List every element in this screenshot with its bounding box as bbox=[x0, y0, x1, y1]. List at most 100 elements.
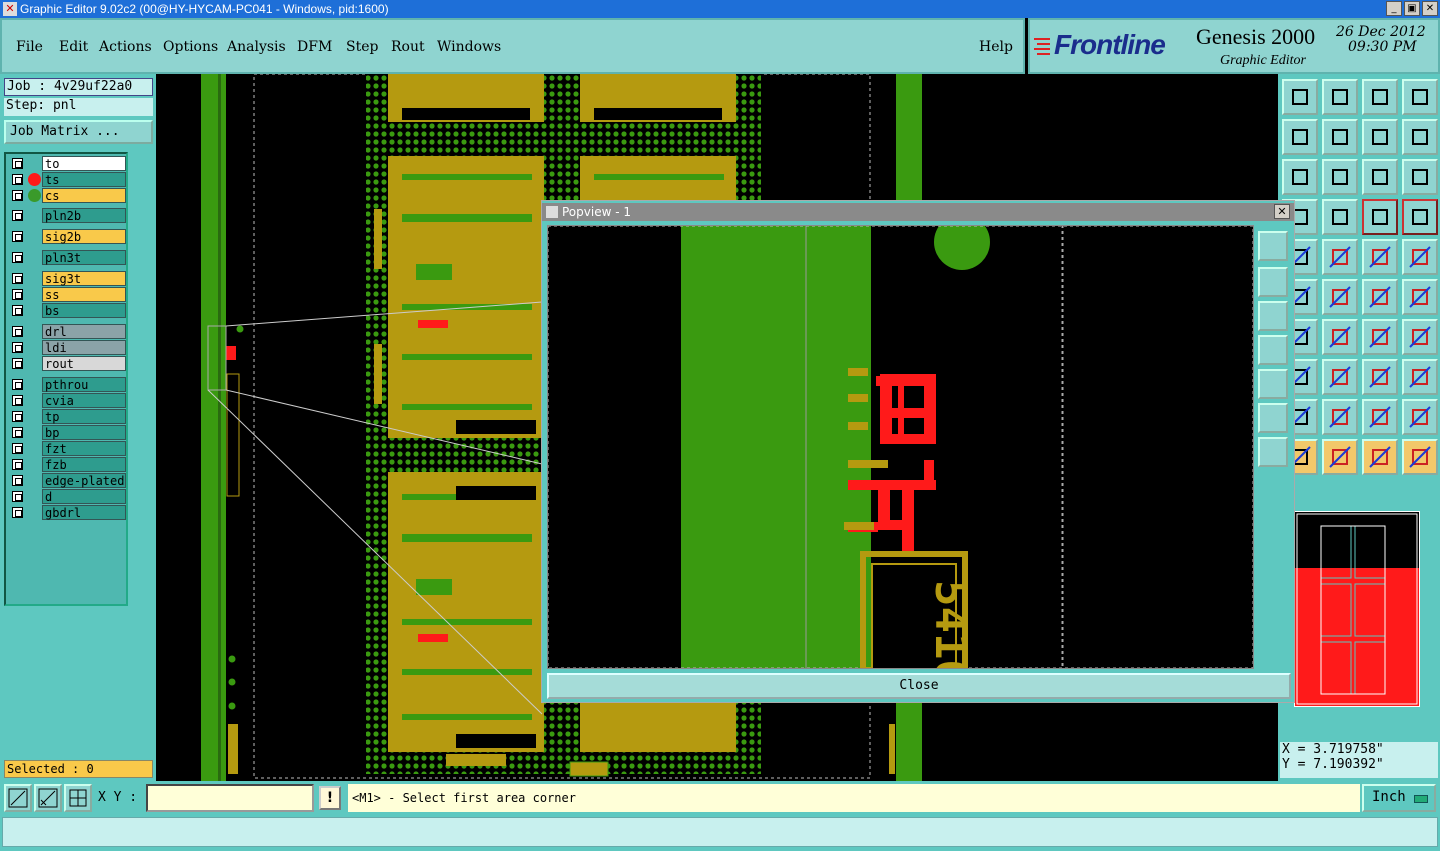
menu-rout[interactable]: Rout bbox=[391, 39, 425, 55]
grid-icon[interactable] bbox=[64, 784, 92, 812]
layer-checkbox[interactable] bbox=[12, 427, 23, 438]
layer-name[interactable]: sig3t bbox=[42, 271, 126, 286]
layer-name[interactable]: sig2b bbox=[42, 229, 126, 244]
restore-button[interactable]: ▣ bbox=[1404, 1, 1420, 16]
open-job-icon[interactable] bbox=[1282, 79, 1318, 115]
popview-pan-left-icon[interactable] bbox=[1258, 335, 1288, 365]
pad-icon[interactable] bbox=[1402, 239, 1438, 275]
layer-name[interactable]: edge-plated bbox=[42, 473, 126, 488]
triangle-outline-icon[interactable] bbox=[1322, 399, 1358, 435]
layer-name[interactable]: drl bbox=[42, 324, 126, 339]
layer-row-ss[interactable]: ss bbox=[8, 287, 126, 302]
layer-name[interactable]: pln3t bbox=[42, 250, 126, 265]
layer-checkbox[interactable] bbox=[12, 459, 23, 470]
move-icon[interactable] bbox=[1402, 279, 1438, 315]
layer-name[interactable]: bs bbox=[42, 303, 126, 318]
layer-checkbox[interactable] bbox=[12, 395, 23, 406]
popview-close-icon[interactable]: ✕ bbox=[1274, 204, 1290, 219]
menu-windows[interactable]: Windows bbox=[437, 39, 501, 55]
overview-map[interactable] bbox=[1294, 511, 1420, 707]
prev-step-icon[interactable] bbox=[1282, 119, 1318, 155]
layer-name[interactable]: fzt bbox=[42, 441, 126, 456]
layer-name[interactable]: pthrou bbox=[42, 377, 126, 392]
layer-checkbox[interactable] bbox=[12, 252, 23, 263]
layer-row-d[interactable]: d bbox=[8, 489, 126, 504]
layer-row-rout[interactable]: rout bbox=[8, 356, 126, 371]
grid-toggle-icon[interactable] bbox=[1322, 199, 1358, 235]
menu-options[interactable]: Options bbox=[163, 39, 218, 55]
line-tool-icon[interactable] bbox=[1322, 239, 1358, 275]
layer-name[interactable]: ldi bbox=[42, 340, 126, 355]
layer-checkbox[interactable] bbox=[12, 326, 23, 337]
help-icon[interactable] bbox=[1402, 159, 1438, 195]
layer-checkbox[interactable] bbox=[12, 210, 23, 221]
layer-row-pthrou[interactable]: pthrou bbox=[8, 377, 126, 392]
layer-row-fzb[interactable]: fzb bbox=[8, 457, 126, 472]
measure-icon[interactable] bbox=[34, 784, 62, 812]
layer-name[interactable]: cvia bbox=[42, 393, 126, 408]
save-icon[interactable] bbox=[1322, 79, 1358, 115]
layer-row-cvia[interactable]: cvia bbox=[8, 393, 126, 408]
minimize-button[interactable]: _ bbox=[1386, 1, 1402, 16]
arc-icon[interactable] bbox=[1362, 399, 1398, 435]
popview-zoom-area-icon[interactable] bbox=[1258, 403, 1288, 433]
layer-row-cs[interactable]: cs bbox=[8, 188, 126, 203]
layer-checkbox[interactable] bbox=[12, 411, 23, 422]
layer-checkbox[interactable] bbox=[12, 342, 23, 353]
layer-name[interactable]: to bbox=[42, 156, 126, 171]
menu-actions[interactable]: Actions bbox=[99, 39, 152, 55]
layer-name[interactable]: pln2b bbox=[42, 208, 126, 223]
popview-close-button[interactable]: Close bbox=[547, 673, 1291, 699]
layer-row-bs[interactable]: bs bbox=[8, 303, 126, 318]
layer-row-pln3t[interactable]: pln3t bbox=[8, 250, 126, 265]
layer-checkbox[interactable] bbox=[12, 507, 23, 518]
layer-name[interactable]: rout bbox=[42, 356, 126, 371]
layer-checkbox[interactable] bbox=[12, 174, 23, 185]
layer-name[interactable]: fzb bbox=[42, 457, 126, 472]
select-feature-icon[interactable] bbox=[1362, 199, 1398, 235]
home-icon[interactable] bbox=[1362, 79, 1398, 115]
layer-row-fzt[interactable]: fzt bbox=[8, 441, 126, 456]
zoom-home-icon[interactable] bbox=[1282, 159, 1318, 195]
layer-row-gbdrl[interactable]: gbdrl bbox=[8, 505, 126, 520]
zoom-center-icon[interactable] bbox=[1322, 159, 1358, 195]
layer-checkbox[interactable] bbox=[12, 305, 23, 316]
layer-checkbox[interactable] bbox=[12, 491, 23, 502]
layer-checkbox[interactable] bbox=[12, 231, 23, 242]
redo-icon[interactable] bbox=[1402, 119, 1438, 155]
layer-name[interactable]: ss bbox=[42, 287, 126, 302]
menu-help[interactable]: Help bbox=[979, 39, 1013, 55]
pointer-icon[interactable] bbox=[1322, 439, 1358, 475]
rotate-icon[interactable] bbox=[1362, 319, 1398, 355]
layer-row-pln2b[interactable]: pln2b bbox=[8, 208, 126, 223]
layer-name[interactable]: ts bbox=[42, 172, 126, 187]
window-split-icon[interactable] bbox=[1402, 79, 1438, 115]
route-icon[interactable] bbox=[1402, 439, 1438, 475]
arc-outline-icon[interactable] bbox=[1402, 399, 1438, 435]
layer-row-ts[interactable]: ts bbox=[8, 172, 126, 187]
layer-name[interactable]: bp bbox=[42, 425, 126, 440]
add-arrow-icon[interactable] bbox=[1362, 279, 1398, 315]
layer-row-sig2b[interactable]: sig2b bbox=[8, 229, 126, 244]
layer-checkbox[interactable] bbox=[12, 358, 23, 369]
layer-row-to[interactable]: to bbox=[8, 156, 126, 171]
layer-row-bp[interactable]: bp bbox=[8, 425, 126, 440]
layer-row-ldi[interactable]: ldi bbox=[8, 340, 126, 355]
layer-name[interactable]: tp bbox=[42, 409, 126, 424]
xy-input[interactable] bbox=[146, 784, 314, 812]
layer-checkbox[interactable] bbox=[12, 273, 23, 284]
popview-center-icon[interactable] bbox=[1258, 437, 1288, 467]
cross-icon[interactable] bbox=[1322, 279, 1358, 315]
menu-step[interactable]: Step bbox=[346, 39, 378, 55]
layer-row-edge-plated[interactable]: edge-plated bbox=[8, 473, 126, 488]
layer-checkbox[interactable] bbox=[12, 379, 23, 390]
next-step-icon[interactable] bbox=[1322, 119, 1358, 155]
layer-checkbox[interactable] bbox=[12, 475, 23, 486]
select-net-icon[interactable] bbox=[1402, 199, 1438, 235]
layer-name[interactable]: gbdrl bbox=[42, 505, 126, 520]
layer-name[interactable]: cs bbox=[42, 188, 126, 203]
polygon-icon[interactable] bbox=[1402, 359, 1438, 395]
ruler-icon[interactable] bbox=[1362, 239, 1398, 275]
zoom-fit-icon[interactable] bbox=[4, 784, 32, 812]
layer-checkbox[interactable] bbox=[12, 289, 23, 300]
